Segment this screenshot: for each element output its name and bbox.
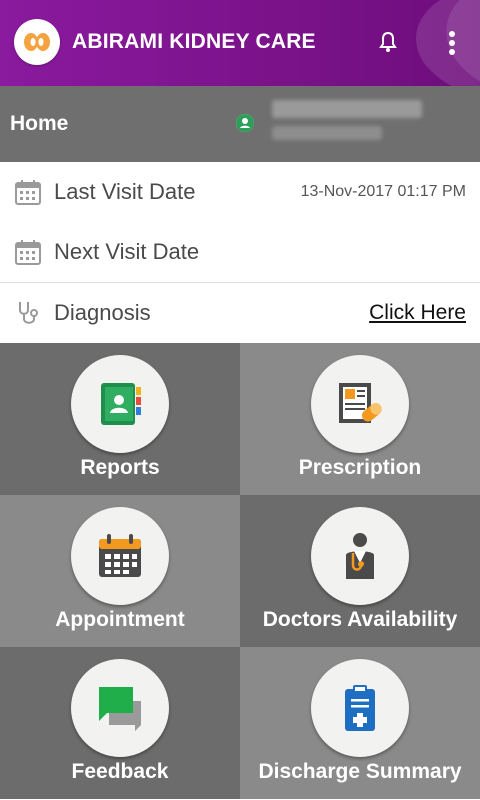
feedback-tile[interactable]: Feedback	[0, 647, 240, 799]
appointment-label: Appointment	[55, 608, 185, 631]
clipboard-icon	[345, 685, 375, 731]
page-title: Home	[10, 112, 69, 135]
doctors-availability-tile[interactable]: Doctors Availability	[240, 495, 480, 647]
appointment-tile[interactable]: Appointment	[0, 495, 240, 647]
calendar-icon	[99, 534, 141, 577]
chat-icon	[99, 687, 141, 731]
user-id-redacted	[272, 126, 382, 140]
appointment-icon-circle	[71, 507, 169, 605]
feedback-label: Feedback	[71, 760, 169, 783]
app-bar: ABIRAMI KIDNEY CARE	[0, 0, 480, 86]
calendar-icon	[15, 240, 41, 265]
app-title: ABIRAMI KIDNEY CARE	[72, 30, 316, 53]
reports-icon-circle	[71, 355, 169, 453]
user-name-redacted	[272, 100, 422, 118]
discharge-summary-tile[interactable]: Discharge Summary	[240, 647, 480, 799]
calendar-icon	[15, 180, 41, 205]
overflow-menu-icon[interactable]	[440, 29, 464, 57]
contact-book-icon	[101, 383, 141, 425]
prescription-tile[interactable]: Prescription	[240, 343, 480, 495]
next-visit-label: Next Visit Date	[54, 239, 200, 264]
discharge-summary-label: Discharge Summary	[258, 760, 462, 783]
diagnosis-row: Diagnosis Click Here	[0, 283, 480, 343]
reports-label: Reports	[80, 456, 160, 479]
last-visit-row: Last Visit Date 13-Nov-2017 01:17 PM	[0, 162, 480, 223]
diagnosis-label: Diagnosis	[54, 300, 151, 325]
doctor-icon	[346, 533, 374, 579]
notification-bell-icon[interactable]	[376, 30, 400, 54]
kidney-logo-icon	[24, 33, 50, 51]
discharge-summary-icon-circle	[311, 659, 409, 757]
app-logo	[14, 19, 60, 65]
diagnosis-click-here-link[interactable]: Click Here	[369, 301, 466, 325]
reports-tile[interactable]: Reports	[0, 343, 240, 495]
menu-grid: Reports Prescription Appointment Doctors…	[0, 343, 480, 800]
prescription-icon-circle	[311, 355, 409, 453]
home-header: Home	[0, 86, 480, 162]
prescription-icon	[339, 383, 382, 423]
user-icon	[236, 114, 254, 132]
stethoscope-icon	[19, 302, 38, 324]
last-visit-label: Last Visit Date	[54, 179, 196, 204]
doctors-availability-icon-circle	[311, 507, 409, 605]
last-visit-value: 13-Nov-2017 01:17 PM	[300, 183, 466, 200]
next-visit-row: Next Visit Date	[0, 222, 480, 283]
prescription-label: Prescription	[298, 456, 422, 479]
doctors-availability-label: Doctors Availability	[262, 608, 458, 631]
feedback-icon-circle	[71, 659, 169, 757]
